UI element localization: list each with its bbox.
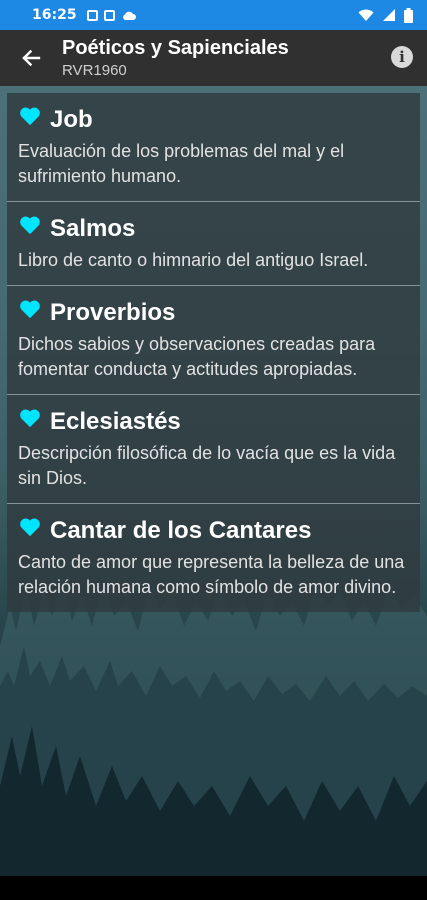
heart-icon[interactable] xyxy=(19,106,41,126)
wifi-icon xyxy=(358,9,374,21)
heart-icon[interactable] xyxy=(19,215,41,235)
notification-icons xyxy=(86,9,137,21)
book-description: Descripción filosófica de lo vacía que e… xyxy=(18,443,396,488)
book-description: Dichos sabios y observaciones creadas pa… xyxy=(18,334,376,379)
arrow-back-icon xyxy=(22,49,41,67)
notification-b-icon xyxy=(103,9,115,21)
book-title: Salmos xyxy=(50,215,136,242)
signal-icon xyxy=(383,9,395,21)
info-button[interactable]: i xyxy=(391,46,413,68)
notification-a-icon xyxy=(86,9,98,21)
battery-icon xyxy=(404,7,413,23)
status-bar: 16:25 xyxy=(0,0,427,30)
navigation-bar xyxy=(0,876,427,900)
info-icon: i xyxy=(399,48,405,66)
book-title: Eclesiastés xyxy=(50,408,181,435)
page-title: Poéticos y Sapienciales xyxy=(62,36,289,59)
book-title: Proverbios xyxy=(50,299,176,326)
book-title: Cantar de los Cantares xyxy=(50,517,312,544)
book-description: Libro de canto o himnario del antiguo Is… xyxy=(18,250,369,270)
status-time: 16:25 xyxy=(32,7,77,23)
book-card-job[interactable]: Job Evaluación de los problemas del mal … xyxy=(7,93,420,202)
cloud-icon xyxy=(122,11,136,20)
book-list: Job Evaluación de los problemas del mal … xyxy=(7,93,420,612)
book-card-salmos[interactable]: Salmos Libro de canto o himnario del ant… xyxy=(7,202,420,286)
heart-icon[interactable] xyxy=(19,517,41,537)
book-title: Job xyxy=(50,106,93,133)
app-bar: Poéticos y Sapienciales RVR1960 i xyxy=(0,30,427,86)
book-card-proverbios[interactable]: Proverbios Dichos sabios y observaciones… xyxy=(7,286,420,395)
heart-icon[interactable] xyxy=(19,299,41,319)
page-subtitle: RVR1960 xyxy=(62,61,127,79)
book-card-eclesiastes[interactable]: Eclesiastés Descripción filosófica de lo… xyxy=(7,395,420,504)
book-description: Evaluación de los problemas del mal y el… xyxy=(18,141,345,186)
heart-icon[interactable] xyxy=(19,408,41,428)
book-description: Canto de amor que representa la belleza … xyxy=(18,552,405,597)
back-button[interactable] xyxy=(0,30,62,86)
book-card-cantares[interactable]: Cantar de los Cantares Canto de amor que… xyxy=(7,504,420,612)
